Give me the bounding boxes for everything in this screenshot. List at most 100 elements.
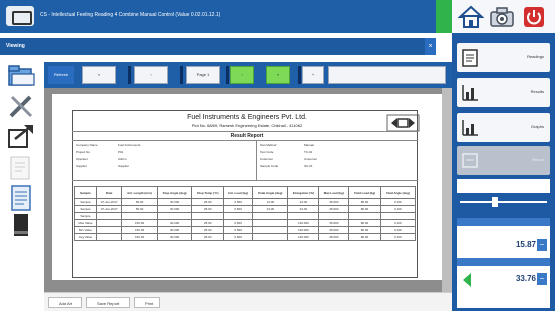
table-cell: 0.500 bbox=[223, 226, 254, 234]
table-cell: 30.000 bbox=[156, 198, 193, 206]
next-page-button[interactable]: › bbox=[230, 66, 254, 84]
table-cell: 0.500 bbox=[223, 205, 254, 213]
table-cell bbox=[252, 212, 289, 220]
home-icon[interactable] bbox=[458, 5, 484, 29]
table-cell: 80.00 bbox=[348, 219, 381, 227]
slider-handle[interactable] bbox=[492, 197, 498, 207]
table-cell: 30.000 bbox=[156, 226, 193, 234]
report-button[interactable]: Report bbox=[457, 146, 550, 175]
graphs-button[interactable]: Graphs bbox=[457, 113, 550, 142]
bar-chart-icon bbox=[462, 85, 478, 101]
info-label: Test Code bbox=[260, 150, 274, 154]
table-cell: 0.100 bbox=[379, 205, 417, 213]
table-cell: 45.000 bbox=[318, 219, 350, 227]
page-indicator[interactable]: Page 1 bbox=[186, 66, 220, 84]
right-panel: Readings Results Graphs Report 15.87 − 3… bbox=[452, 33, 555, 311]
info-label: Company Name bbox=[76, 143, 98, 147]
results-label: Results bbox=[530, 89, 544, 94]
info-divider bbox=[256, 140, 257, 180]
camera-icon[interactable] bbox=[489, 5, 515, 29]
table-cell: 24.00 bbox=[287, 205, 320, 213]
table-row: Sample 07-Jun-2017 50.00 30.000 25.00 0.500 13… bbox=[74, 205, 417, 213]
table-cell: 13.00 bbox=[252, 198, 289, 206]
table-cell: Sample bbox=[74, 198, 97, 206]
table-cell: 30.000 bbox=[156, 233, 193, 241]
first-page-button[interactable]: « bbox=[82, 66, 116, 84]
column-header: Date bbox=[95, 186, 123, 199]
table-cell: 50.00 bbox=[121, 205, 158, 213]
value-field[interactable] bbox=[457, 179, 550, 193]
table-cell: 0.500 bbox=[223, 233, 254, 241]
table-cell: 80.00 bbox=[348, 205, 381, 213]
table-cell: Sample bbox=[74, 212, 97, 220]
save-report-button[interactable]: Save Report bbox=[86, 297, 130, 308]
table-cell: 0.100 bbox=[379, 219, 417, 227]
table-cell: 13.00 bbox=[252, 205, 289, 213]
last-page-button[interactable]: » bbox=[266, 66, 290, 84]
readings-button[interactable]: Readings bbox=[457, 43, 550, 72]
status-strip bbox=[436, 0, 452, 33]
print-button[interactable]: Print bbox=[134, 297, 160, 308]
refresh-button[interactable]: Refresh bbox=[48, 66, 74, 84]
table-cell: 120.000 bbox=[287, 226, 320, 234]
report-label: Report bbox=[531, 157, 544, 162]
table-cell bbox=[252, 219, 289, 227]
vertical-scrollbar[interactable] bbox=[442, 88, 452, 292]
results-table-body: Sample 07-Jun-2017 50.00 30.000 25.00 0.500 13… bbox=[74, 198, 417, 241]
table-cell bbox=[252, 233, 289, 241]
results-button[interactable]: Results bbox=[457, 78, 550, 107]
meter-1-minus-button[interactable]: − bbox=[537, 239, 547, 251]
table-cell: 150.00 bbox=[121, 219, 158, 227]
table-cell: Max Value bbox=[74, 219, 97, 227]
left-arrow-icon[interactable] bbox=[463, 273, 471, 287]
report-icon bbox=[462, 153, 478, 168]
report-viewer[interactable]: Fuel Instruments & Engineers Pvt. Ltd. P… bbox=[44, 88, 452, 292]
report-divider bbox=[72, 131, 418, 132]
table-cell: 80.00 bbox=[348, 233, 381, 241]
top-icon-bar bbox=[452, 0, 555, 33]
table-cell: 120.000 bbox=[287, 219, 320, 227]
app-logo bbox=[6, 6, 34, 26]
table-cell: Sample bbox=[74, 205, 97, 213]
table-cell bbox=[95, 233, 123, 241]
meter-value-2: 33.76 bbox=[515, 274, 536, 283]
open-folder-icon[interactable] bbox=[6, 61, 36, 91]
tools-icon[interactable] bbox=[6, 91, 36, 121]
search-input[interactable] bbox=[328, 66, 446, 84]
table-cell: 25.00 bbox=[191, 198, 225, 206]
table-cell: 80.00 bbox=[348, 226, 381, 234]
column-header: Init. Load (kg) bbox=[223, 186, 254, 199]
info-value: Admin bbox=[118, 157, 127, 161]
table-cell: 24.00 bbox=[287, 198, 320, 206]
slider-track[interactable] bbox=[460, 201, 547, 203]
column-header: Stop Angle (deg) bbox=[156, 186, 193, 199]
meter-2-minus-button[interactable]: − bbox=[537, 273, 547, 285]
report-divider bbox=[72, 180, 418, 181]
table-cell: 07-Jun-2017 bbox=[95, 198, 123, 206]
edit-icon[interactable] bbox=[6, 153, 36, 183]
add-art-button[interactable]: Add Art bbox=[48, 297, 82, 308]
book-icon[interactable] bbox=[6, 211, 36, 241]
table-cell: 120.000 bbox=[287, 233, 320, 241]
table-row: Sample bbox=[74, 212, 417, 220]
meter-header bbox=[457, 218, 550, 226]
window-title: CS - Intellectual Feeling Reading 4 Comb… bbox=[40, 12, 221, 18]
view-header: Viewing bbox=[0, 38, 436, 55]
export-icon[interactable] bbox=[6, 121, 36, 151]
zoom-button[interactable]: + bbox=[302, 66, 324, 84]
info-label: Project No. bbox=[76, 150, 91, 154]
table-cell: 25.00 bbox=[191, 205, 225, 213]
info-label: Test Method bbox=[260, 143, 277, 147]
table-cell: 45.000 bbox=[318, 205, 350, 213]
document-icon[interactable] bbox=[6, 183, 36, 213]
close-view-button[interactable]: × bbox=[425, 38, 436, 55]
table-cell bbox=[156, 212, 193, 220]
column-header: Peak Angle (deg) bbox=[252, 186, 289, 199]
table-cell: 0.100 bbox=[379, 198, 417, 206]
power-icon[interactable] bbox=[522, 5, 548, 29]
results-table: Sample Date Init. Length (mm) Stop Angle (d… bbox=[74, 186, 417, 241]
table-cell: 0.500 bbox=[223, 198, 254, 206]
prev-page-button[interactable]: ‹ bbox=[134, 66, 168, 84]
table-row: Avg Value 150.00 30.000 25.00 0.500 120.000 45… bbox=[74, 233, 417, 241]
info-value: SC-01 bbox=[304, 164, 313, 168]
